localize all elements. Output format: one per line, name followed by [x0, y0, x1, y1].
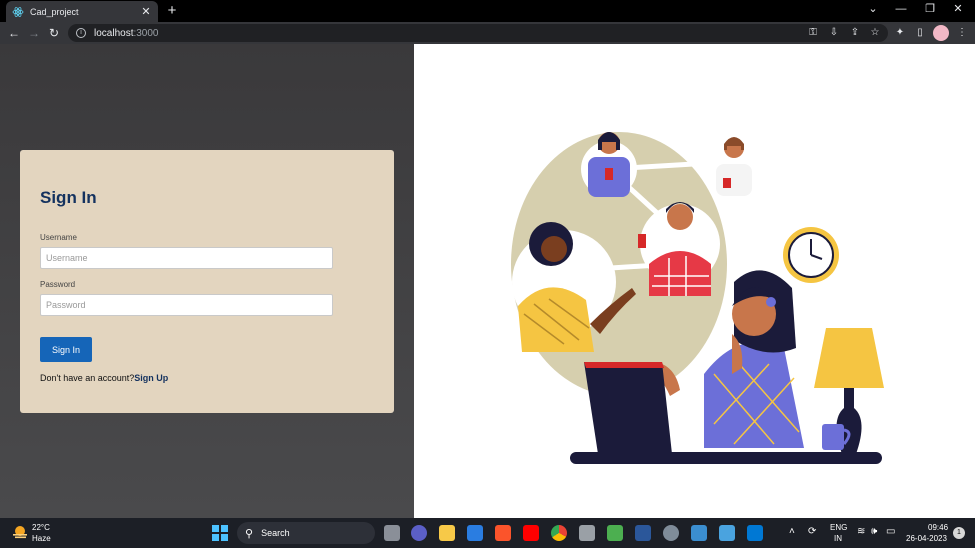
word-icon[interactable]: [635, 525, 651, 541]
username-label: Username: [40, 233, 77, 242]
settings-gear-icon[interactable]: [663, 525, 679, 541]
back-icon[interactable]: ←: [6, 25, 22, 41]
login-card: Sign In Username Password Sign In Don't …: [20, 150, 394, 413]
weather-temperature[interactable]: 22°C: [32, 523, 50, 532]
illustration-pane: [414, 44, 975, 518]
menu-icon[interactable]: ⋮: [955, 26, 969, 40]
sign-in-button[interactable]: Sign In: [40, 337, 92, 362]
mail-icon[interactable]: [467, 525, 483, 541]
browser-tab-strip: Cad_project ✕ + ⌄ — ❐ ✕: [0, 0, 975, 22]
start-button[interactable]: [212, 525, 228, 541]
remote-desktop-icon[interactable]: [691, 525, 707, 541]
search-icon: ⚲: [245, 527, 254, 540]
clock-date[interactable]: 26-04-2023: [906, 534, 947, 543]
show-hidden-icons-chevron-icon[interactable]: ˄: [789, 526, 795, 537]
signup-prompt: Don't have an account?Sign Up: [40, 373, 168, 383]
extensions-icon[interactable]: ✦: [893, 26, 907, 40]
battery-icon[interactable]: ▭: [886, 526, 895, 537]
taskbar-search[interactable]: ⚲ Search: [237, 522, 375, 544]
clock-time[interactable]: 09:46: [928, 523, 948, 532]
username-input[interactable]: [40, 247, 333, 269]
task-view-icon[interactable]: [384, 525, 400, 541]
teams-chat-icon[interactable]: [411, 525, 427, 541]
weather-condition[interactable]: Haze: [32, 534, 51, 543]
forward-icon[interactable]: →: [26, 25, 42, 41]
remote-team-illustration: [511, 132, 884, 464]
share-icon[interactable]: ⇪: [848, 26, 862, 40]
language-indicator[interactable]: ENG: [830, 523, 847, 532]
browser-toolbar: ← → ↻ i localhost:3000 ⚿ ⇩ ⇪ ☆ ✦ ▯ ⋮: [0, 22, 975, 44]
notepad-icon[interactable]: [719, 525, 735, 541]
url-host: localhost: [94, 27, 134, 39]
password-input[interactable]: [40, 294, 333, 316]
tab-title: Cad_project: [30, 6, 79, 17]
restore-icon[interactable]: ❐: [920, 2, 940, 17]
virtualbox-icon[interactable]: [579, 525, 595, 541]
tab-search-icon[interactable]: ⌄: [863, 2, 883, 17]
git-icon[interactable]: [607, 525, 623, 541]
react-icon: [12, 6, 24, 18]
new-tab-button[interactable]: +: [164, 2, 180, 19]
profile-avatar[interactable]: [933, 25, 949, 41]
close-window-icon[interactable]: ✕: [948, 2, 968, 17]
page-viewport: Sign In Username Password Sign In Don't …: [0, 44, 975, 518]
tab-close-icon[interactable]: ✕: [140, 5, 152, 18]
bookmark-star-icon[interactable]: ☆: [868, 26, 882, 40]
browser-tab[interactable]: Cad_project ✕: [6, 1, 158, 22]
youtube-icon[interactable]: [523, 525, 539, 541]
taskbar-search-label: Search: [261, 528, 290, 538]
sync-icon[interactable]: ⟳: [808, 526, 816, 537]
file-explorer-icon[interactable]: [439, 525, 455, 541]
login-pane: Sign In Username Password Sign In Don't …: [0, 44, 414, 518]
no-account-text: Don't have an account?: [40, 373, 135, 383]
chrome-icon[interactable]: [551, 525, 567, 541]
vscode-icon[interactable]: [747, 525, 763, 541]
haze-weather-icon[interactable]: [12, 525, 28, 539]
windows-taskbar: 22°C Haze ⚲ Search ˄ ⟳ ENG IN ≋ 🕪 ▭ 09:4…: [0, 518, 975, 548]
notification-badge[interactable]: 1: [953, 527, 965, 539]
install-app-icon[interactable]: ⇩: [827, 26, 841, 40]
brave-browser-icon[interactable]: [495, 525, 511, 541]
login-title: Sign In: [40, 188, 97, 207]
volume-icon[interactable]: 🕪: [871, 526, 877, 537]
key-icon[interactable]: ⚿: [806, 26, 820, 40]
site-info-icon[interactable]: i: [76, 28, 86, 38]
url-port: :3000: [133, 27, 159, 39]
password-label: Password: [40, 280, 76, 289]
region-indicator[interactable]: IN: [834, 534, 842, 543]
side-panel-icon[interactable]: ▯: [913, 26, 927, 40]
minimize-icon[interactable]: —: [891, 2, 911, 17]
address-bar[interactable]: i localhost:3000: [68, 24, 888, 42]
wifi-icon[interactable]: ≋: [857, 526, 865, 537]
sign-up-link[interactable]: Sign Up: [134, 373, 168, 383]
reload-icon[interactable]: ↻: [46, 25, 62, 41]
